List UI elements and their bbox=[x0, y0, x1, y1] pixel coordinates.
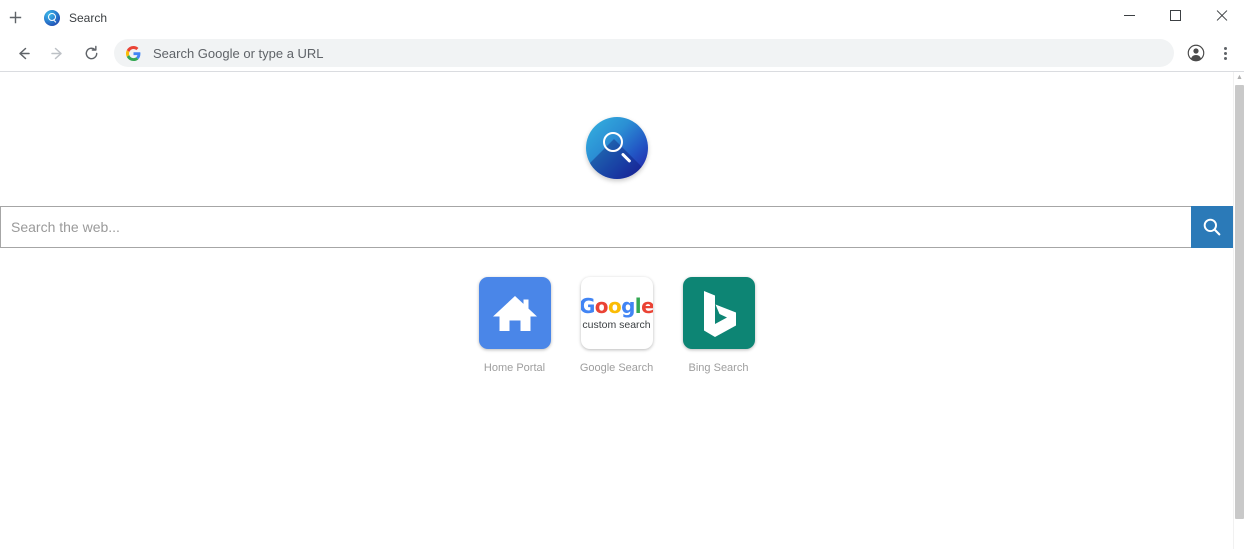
address-bar-placeholder: Search Google or type a URL bbox=[153, 45, 324, 61]
magnifier-logo-icon bbox=[585, 117, 648, 179]
google-wordmark: Google custom search bbox=[581, 296, 653, 331]
logo-lens bbox=[602, 132, 623, 152]
menu-dot bbox=[1223, 51, 1227, 55]
google-letter-G: G bbox=[580, 293, 596, 318]
shortcut-label: Bing Search bbox=[688, 362, 749, 374]
address-bar[interactable]: Search Google or type a URL bbox=[114, 39, 1174, 67]
shortcut-tiles: Home Portal Google custom search Google … bbox=[0, 277, 1233, 374]
close-button[interactable] bbox=[1198, 0, 1244, 30]
search-bar-row bbox=[0, 206, 1233, 248]
browser-window: Search Search Google or type a URL Searc… bbox=[0, 0, 1244, 549]
tab-favicon-search-icon bbox=[44, 9, 60, 26]
tab-strip: Search bbox=[0, 0, 1244, 35]
home-icon bbox=[478, 277, 551, 349]
plus-icon bbox=[9, 11, 21, 24]
google-logo-text: Google bbox=[581, 296, 653, 316]
profile-avatar-icon bbox=[1187, 44, 1205, 62]
google-letter-o2: o bbox=[607, 293, 622, 318]
menu-dot bbox=[1223, 46, 1227, 50]
profile-avatar[interactable] bbox=[1182, 39, 1210, 67]
page-scrollbar[interactable]: ▲ bbox=[1233, 72, 1244, 549]
search-input[interactable] bbox=[0, 206, 1191, 248]
reload-icon bbox=[85, 45, 97, 59]
back-arrow-icon bbox=[18, 47, 30, 59]
window-controls bbox=[1106, 0, 1244, 35]
menu-dot bbox=[1223, 56, 1227, 60]
google-custom-search-icon: Google custom search bbox=[580, 277, 653, 349]
bing-icon bbox=[682, 277, 755, 349]
scrollbar-thumb[interactable] bbox=[1235, 85, 1244, 519]
google-letter-g: g bbox=[621, 293, 635, 318]
search-submit-button[interactable] bbox=[1191, 206, 1233, 248]
shortcut-home-portal[interactable]: Home Portal bbox=[478, 277, 551, 374]
forward-button[interactable] bbox=[43, 39, 71, 67]
tab-title: Search bbox=[69, 10, 108, 25]
maximize-button[interactable] bbox=[1152, 0, 1198, 30]
scrollbar-up-arrow[interactable]: ▲ bbox=[1234, 72, 1244, 83]
minimize-icon bbox=[1123, 14, 1135, 16]
close-icon bbox=[1215, 9, 1228, 22]
shortcut-bing-search[interactable]: Bing Search bbox=[682, 277, 755, 374]
google-g-icon bbox=[126, 45, 141, 61]
new-tab-button[interactable] bbox=[2, 5, 28, 31]
back-button[interactable] bbox=[9, 39, 37, 67]
search-page: Home Portal Google custom search Google … bbox=[0, 72, 1233, 549]
browser-menu-button[interactable] bbox=[1212, 39, 1238, 67]
shortcut-label: Google Search bbox=[579, 362, 654, 374]
browser-tab-search[interactable]: Search bbox=[36, 3, 115, 33]
google-subtitle: custom search bbox=[582, 318, 651, 331]
shortcut-google-search[interactable]: Google custom search Google Search bbox=[579, 277, 654, 374]
forward-arrow-icon bbox=[50, 47, 62, 59]
search-icon bbox=[1203, 218, 1221, 236]
shortcut-label: Home Portal bbox=[483, 362, 546, 374]
browser-toolbar: Search Google or type a URL bbox=[0, 35, 1244, 71]
logo-container bbox=[0, 117, 1233, 179]
maximize-icon bbox=[1169, 9, 1181, 21]
reload-button[interactable] bbox=[77, 39, 105, 67]
google-letter-o1: o bbox=[594, 293, 609, 318]
google-letter-e: e bbox=[641, 293, 653, 318]
page-viewport: Home Portal Google custom search Google … bbox=[0, 72, 1244, 549]
minimize-button[interactable] bbox=[1106, 0, 1152, 30]
